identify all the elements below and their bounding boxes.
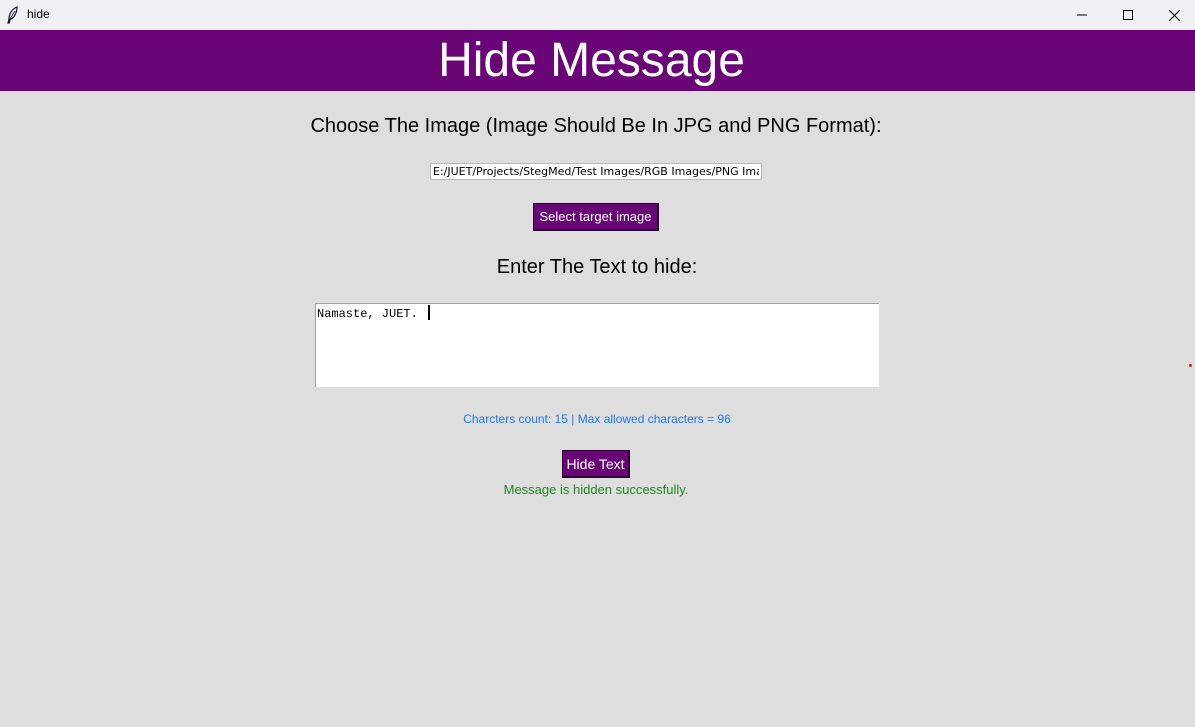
image-path-input[interactable] [430,163,762,180]
enter-text-label: Enter The Text to hide: [496,256,698,278]
status-message: Message is hidden successfully. [503,482,689,497]
title-bar[interactable]: hide [0,0,1195,30]
hide-text-button[interactable]: Hide Text [562,450,630,478]
message-text-area[interactable]: Namaste, JUET. [315,303,879,387]
choose-image-label: Choose The Image (Image Should Be In JPG… [310,115,882,137]
character-count-label: Charcters count: 15 | Max allowed charac… [463,412,731,426]
select-target-image-button[interactable]: Select target image [533,203,659,231]
header-banner: Hide Message [0,30,1195,91]
stray-dot [1189,364,1192,367]
window-title: hide [27,7,50,21]
minimize-button[interactable] [1059,0,1105,30]
page-title: Hide Message [438,34,745,87]
feather-icon [7,6,18,24]
maximize-button[interactable] [1105,0,1151,30]
close-icon [1168,9,1180,21]
maximize-icon [1123,10,1133,20]
text-cursor [428,305,430,320]
close-button[interactable] [1151,0,1195,30]
minimize-icon [1077,14,1087,16]
app-window: hide Hide Message Choose The Image (Imag… [0,0,1195,727]
